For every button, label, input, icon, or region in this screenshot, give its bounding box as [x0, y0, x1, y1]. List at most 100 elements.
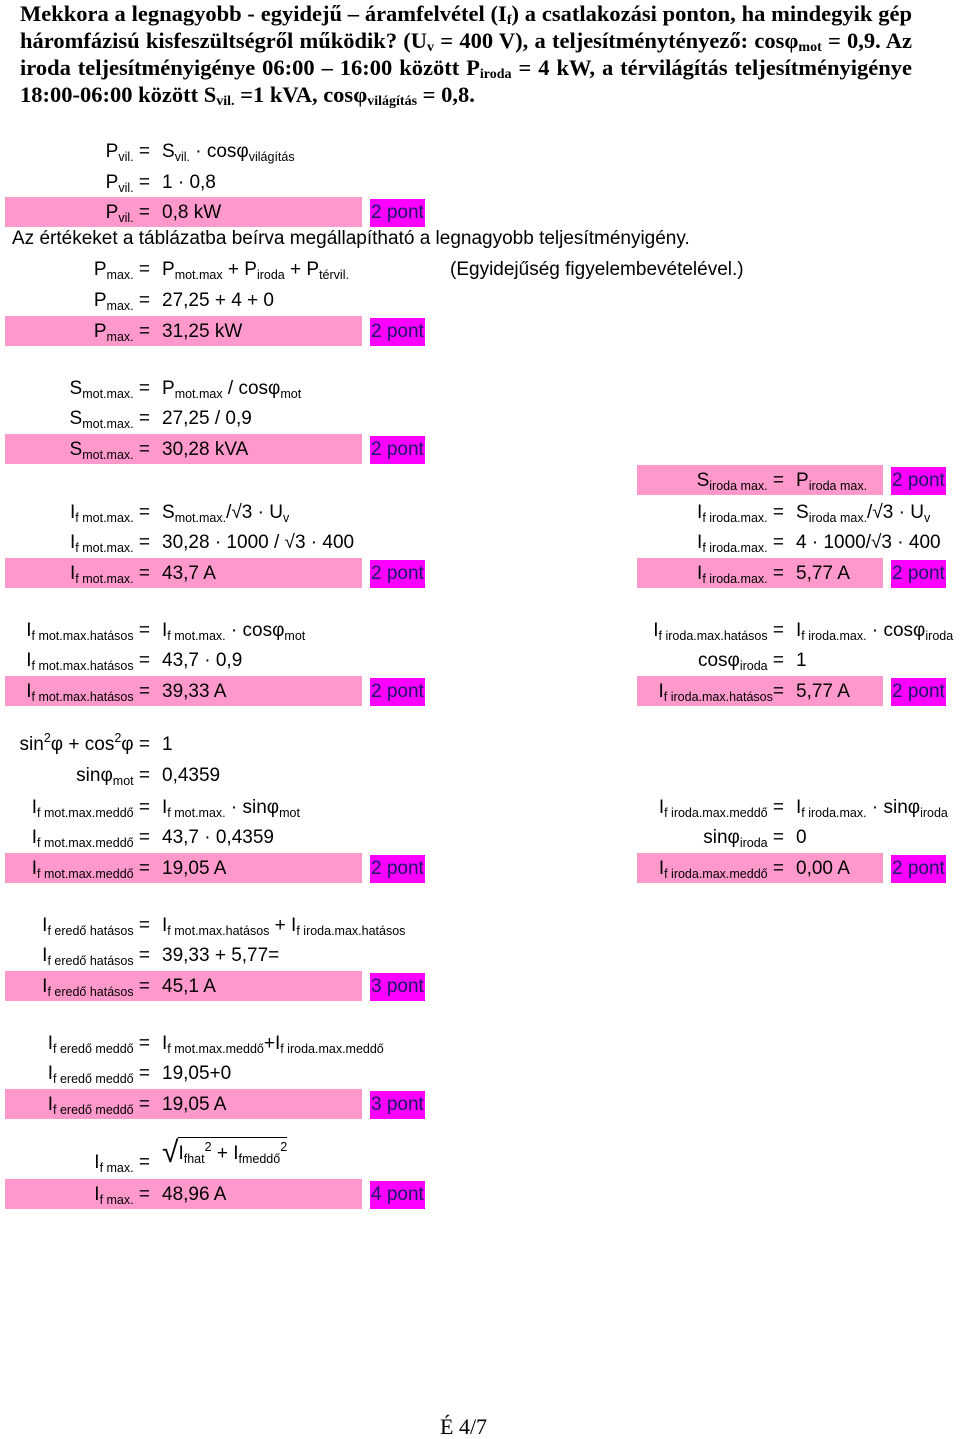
text-segment: 0,8 kW	[162, 202, 222, 223]
text-segment: 45,1 A	[162, 976, 216, 997]
formula-value: Pmot.max / cosφmot	[162, 377, 301, 401]
subscript: f max.	[99, 1161, 134, 1175]
subscript: térvil.	[319, 268, 349, 282]
subscript: f eredő meddő	[53, 1072, 134, 1086]
formula-label: If iroda.max. =	[697, 562, 784, 586]
text-segment: P	[93, 290, 107, 311]
subscript: vil.	[118, 211, 134, 225]
text-segment: =	[133, 1063, 150, 1084]
text-segment: Mekkora a legnagyobb - egyidejű – áramfe…	[20, 1, 507, 26]
points-badge: 2 pont	[370, 678, 425, 706]
text-segment: =	[767, 532, 784, 553]
subscript: f iroda.max.	[702, 511, 768, 525]
formula-value: Siroda max./√3 · Uv	[796, 501, 930, 525]
text-segment: 19,05+0	[162, 1063, 232, 1084]
text-segment: S	[69, 408, 83, 429]
formula-label: If max. =	[94, 1183, 150, 1207]
text-segment: S	[162, 141, 175, 162]
text-segment: =	[133, 141, 150, 162]
subscript: f mot.max.	[167, 806, 226, 820]
subscript: iroda max.	[808, 511, 868, 525]
formula-value: 5,77 A	[796, 562, 850, 586]
subscript: f iroda.max.meddő	[280, 1042, 384, 1056]
subscript: mot	[798, 40, 822, 55]
text-segment: =	[767, 470, 784, 491]
subscript: világítás	[367, 94, 418, 109]
text-segment: 43,7 A	[162, 563, 216, 584]
text-segment: = 0,8.	[417, 82, 475, 107]
text-segment: P	[162, 378, 175, 399]
points-badge: 3 pont	[370, 1091, 425, 1119]
text-segment: / cosφ	[222, 378, 281, 399]
subscript: f eredő hatásos	[47, 924, 134, 938]
formula-value: Pmot.max + Piroda + Ptérvil.	[162, 258, 349, 282]
formula-label: If eredő hatásos =	[42, 944, 150, 968]
subscript: f mot.max.meddő	[167, 1042, 264, 1056]
text-segment: 5,77 A	[796, 563, 850, 584]
subscript: f iroda.max.meddő	[664, 867, 768, 881]
text-segment: P	[105, 202, 119, 223]
formula-label: Pmax. =	[94, 258, 150, 282]
formula-label: If eredő meddő =	[48, 1093, 150, 1117]
formula-value: 19,05+0	[162, 1062, 231, 1086]
subscript: mot.max.	[82, 417, 134, 431]
subscript: vil.	[174, 150, 190, 164]
text-segment: sinφ	[703, 827, 740, 848]
text-segment: 48,96 A	[162, 1184, 227, 1205]
subscript: f mot.max.hatásos	[31, 629, 134, 643]
formula-label: If eredő meddő =	[48, 1032, 150, 1056]
formula-label: If mot.max.meddő =	[32, 826, 150, 850]
subscript: iroda	[479, 67, 512, 82]
subscript: f mot.max.meddő	[37, 806, 134, 820]
formula-label: If iroda.max.hatásos =	[653, 619, 784, 643]
formula-value: If mot.max.hatásos + If iroda.max.hatáso…	[162, 914, 405, 938]
text-segment: · cosφ	[189, 141, 249, 162]
superscript: 2	[280, 1140, 288, 1154]
text-segment: =	[133, 532, 150, 553]
subscript: f mot.max.	[167, 629, 226, 643]
formula-label: If mot.max.hatásos =	[26, 649, 150, 673]
text-segment: =	[133, 1152, 150, 1173]
formula-label: Smot.max. =	[70, 438, 150, 462]
formula-value: 1	[162, 733, 173, 757]
text-segment: P	[105, 172, 119, 193]
formula-value: 30,28 kVA	[162, 438, 248, 462]
text-segment: S	[162, 502, 175, 523]
subscript: fmeddő	[238, 1152, 281, 1166]
subscript: f max.	[99, 1193, 134, 1207]
subscript: f eredő hatásos	[47, 954, 134, 968]
subscript: f mot.max.hatásos	[31, 659, 134, 673]
text-segment: 39,33 + 5,77=	[162, 945, 280, 966]
text-segment: =1 kVA, cosφ	[234, 82, 368, 107]
subscript: vil.	[216, 94, 235, 109]
subscript: f iroda.max.	[702, 541, 768, 555]
text-segment: 19,05 A	[162, 858, 227, 879]
subscript: f mot.max.hatásos	[31, 690, 134, 704]
text-segment: =	[133, 172, 150, 193]
formula-label: Siroda max. =	[697, 469, 784, 493]
text-segment: + I	[269, 915, 297, 936]
question-text: Mekkora a legnagyobb - egyidejű – áramfe…	[20, 0, 912, 109]
square-root: √Ifhat2 + Ifmeddő2	[162, 1137, 288, 1168]
formula-value: If mot.max.meddő+If iroda.max.meddő	[162, 1032, 384, 1056]
formula-value: 48,96 A	[162, 1183, 226, 1207]
page-footer: É 4/7	[440, 1414, 488, 1439]
formula-label: If mot.max. =	[70, 531, 150, 555]
formula-label: If mot.max. =	[70, 562, 150, 586]
text-segment: =	[133, 681, 150, 702]
text-segment: P	[105, 141, 119, 162]
text-segment: S	[69, 439, 83, 460]
superscript: 2	[204, 1140, 212, 1154]
text-segment: 27,25 / 0,9	[162, 408, 252, 429]
text-segment: P	[93, 321, 107, 342]
formula-value: If iroda.max. · cosφiroda	[796, 619, 953, 643]
text-segment: sin	[19, 734, 44, 755]
formula-label: If iroda.max. =	[697, 531, 784, 555]
text-segment: 5,77 A	[796, 681, 850, 702]
subscript: f iroda.max.	[702, 572, 768, 586]
points-badge: 2 pont	[370, 855, 425, 883]
text-segment: =	[133, 945, 150, 966]
text-segment: =	[133, 1094, 150, 1115]
text-segment: =	[767, 827, 784, 848]
text-segment: 31,25 kW	[162, 321, 243, 342]
